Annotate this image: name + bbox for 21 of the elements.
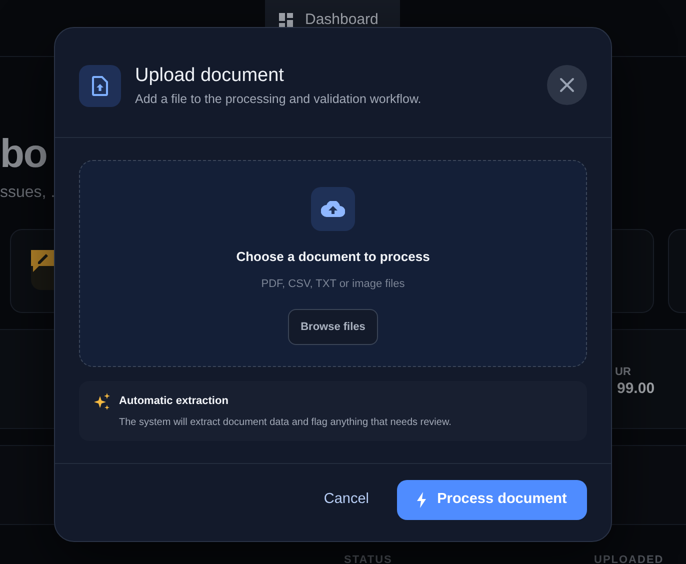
close-button[interactable] (547, 65, 587, 105)
currency-label: UR (615, 365, 631, 380)
dialog-subtitle: Add a file to the processing and validation workflow. (135, 91, 422, 108)
dropzone-hint: PDF, CSV, TXT or image files (261, 277, 405, 292)
notice-text: The system will extract document data and flag anything that needs review. (119, 416, 452, 430)
page-subtitle: ssues, . (0, 183, 56, 203)
amount-value: 99.00 (617, 379, 655, 399)
dashboard-icon (279, 13, 293, 27)
notice-title: Automatic extraction (119, 394, 230, 409)
column-header: UPLOADED (594, 553, 664, 564)
page-heading: bo (0, 131, 48, 177)
browse-button[interactable]: Browse files (288, 308, 378, 345)
drop-zone[interactable]: Choose a document to process PDF, CSV, TXT or image files Browse files (79, 160, 587, 367)
sparkle-icon (93, 392, 111, 411)
cloud-upload-icon (321, 200, 345, 217)
dialog-title: Upload document (135, 64, 285, 88)
close-icon (559, 77, 575, 93)
cancel-button[interactable]: Cancel (318, 481, 375, 520)
file-upload-icon (92, 76, 108, 96)
lightning-icon (417, 492, 428, 508)
dropzone-title: Choose a document to process (236, 248, 430, 266)
